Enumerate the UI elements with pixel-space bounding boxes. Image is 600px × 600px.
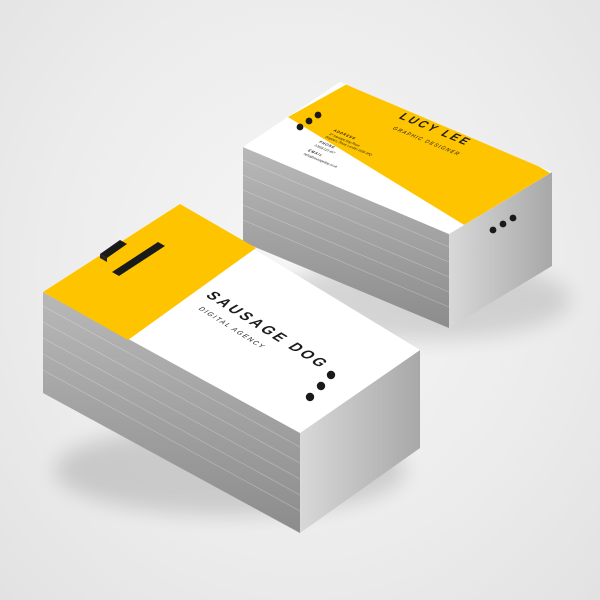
business-card-mockup: LUCY LEE GRAPHIC DESIGNER ADDRESS 37 Sau… xyxy=(42,82,570,533)
